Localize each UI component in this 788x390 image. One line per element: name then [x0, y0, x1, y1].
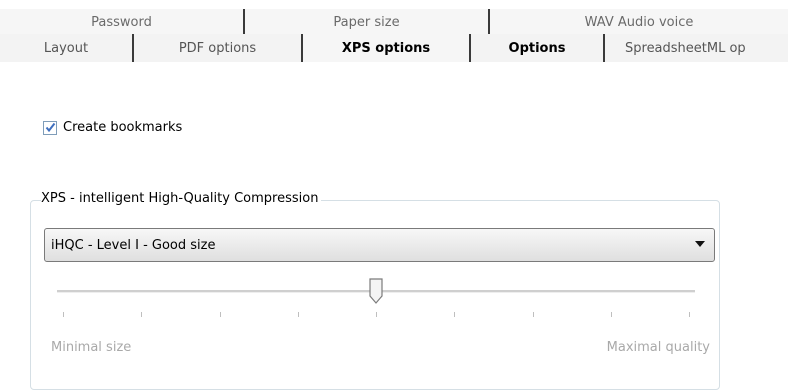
- tab-password[interactable]: Password: [0, 9, 245, 35]
- tab-label: Paper size: [333, 14, 400, 30]
- checkmark-icon: [45, 122, 55, 133]
- slider-tick: [689, 312, 690, 317]
- tab-label: PDF options: [178, 40, 257, 56]
- tab-wav-audio-voice[interactable]: WAV Audio voice: [490, 9, 788, 35]
- create-bookmarks-option[interactable]: Create bookmarks: [43, 120, 182, 135]
- tab-label: Password: [91, 14, 152, 30]
- tab-row-back: Password Paper size WAV Audio voice: [0, 7, 788, 35]
- slider-tick: [611, 312, 612, 317]
- slider-tick: [141, 312, 142, 317]
- slider-tick: [533, 312, 534, 317]
- tab-label: XPS options: [341, 40, 431, 56]
- tab-label: SpreadsheetML op: [625, 40, 746, 56]
- tab-paper-size[interactable]: Paper size: [245, 9, 490, 35]
- slider-max-label: Maximal quality: [606, 340, 710, 355]
- slider-tick: [63, 312, 64, 317]
- tab-label: Layout: [43, 40, 89, 56]
- dropdown-selected-value: iHQC - Level I - Good size: [51, 237, 216, 253]
- slider-tick: [376, 312, 377, 317]
- slider-min-label: Minimal size: [51, 340, 132, 355]
- tab-row-front: Layout PDF options XPS options Options S…: [0, 34, 788, 68]
- create-bookmarks-label: Create bookmarks: [63, 120, 183, 135]
- quality-slider-thumb[interactable]: [369, 278, 383, 304]
- slider-tick: [220, 312, 221, 317]
- compression-group-title: XPS - intelligent High-Quality Compressi…: [41, 191, 322, 206]
- tab-pdf-options[interactable]: PDF options: [134, 34, 303, 62]
- compression-level-dropdown[interactable]: iHQC - Level I - Good size: [44, 228, 715, 262]
- slider-tick: [298, 312, 299, 317]
- tab-layout[interactable]: Layout: [0, 34, 134, 62]
- chevron-down-icon[interactable]: [695, 241, 705, 247]
- tab-options[interactable]: Options: [471, 34, 605, 62]
- tab-label: Options: [508, 40, 566, 56]
- slider-tick: [454, 312, 455, 317]
- tab-label: WAV Audio voice: [584, 14, 694, 30]
- tab-spreadsheetml-options[interactable]: SpreadsheetML op: [605, 34, 788, 62]
- tab-xps-options[interactable]: XPS options: [303, 34, 471, 62]
- create-bookmarks-checkbox[interactable]: [43, 120, 57, 135]
